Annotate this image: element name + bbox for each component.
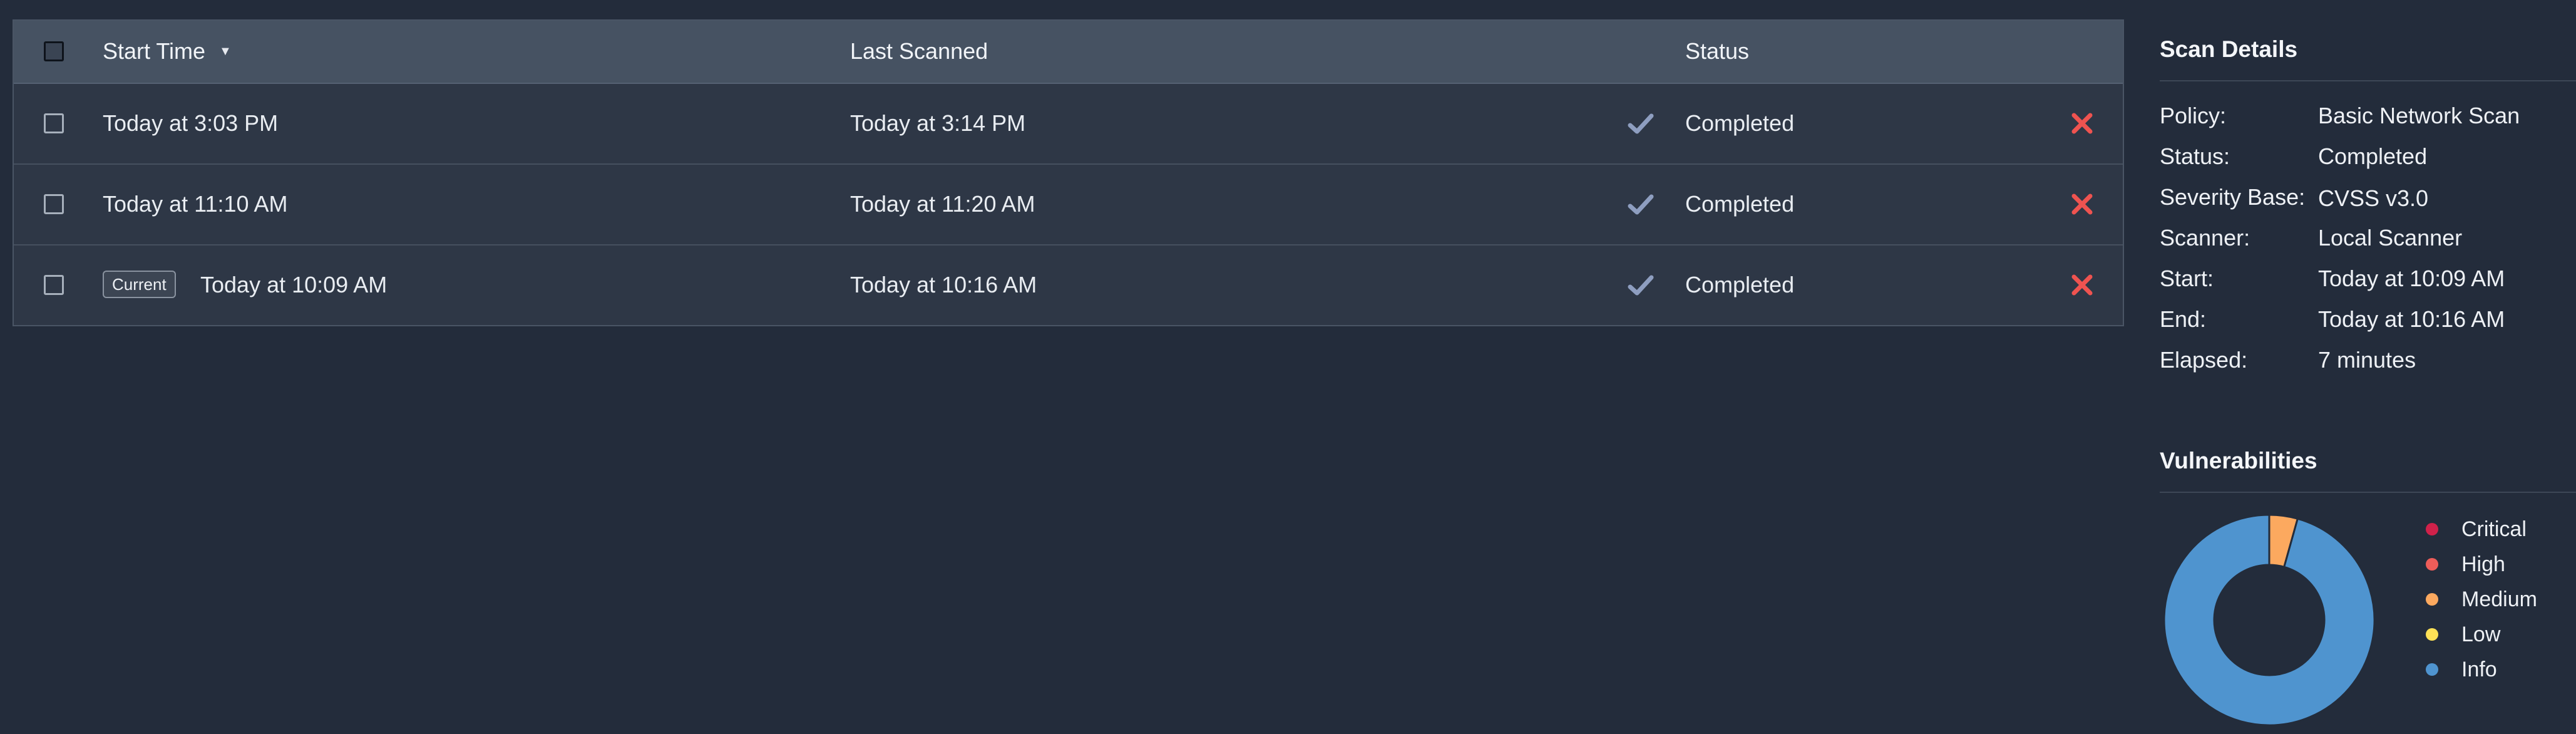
status-value: Completed — [2318, 143, 2428, 169]
status-cell: Completed — [1685, 110, 1795, 136]
info-legend-dot — [2426, 663, 2438, 676]
close-icon[interactable] — [2069, 110, 2095, 137]
divider — [2160, 80, 2576, 81]
last-scanned-cell: Today at 11:20 AM — [850, 191, 1035, 217]
scan-history-table: Start Time ▼ Last Scanned Status Today at… — [13, 19, 2124, 326]
start-time-cell: Today at 3:03 PM — [103, 110, 279, 136]
vulnerabilities-donut-chart[interactable] — [2160, 510, 2379, 730]
check-icon — [1628, 275, 1654, 296]
last-scanned-cell: Today at 3:14 PM — [850, 110, 1026, 136]
medium-legend-dot — [2426, 593, 2438, 606]
last-scanned-cell: Today at 10:16 AM — [850, 272, 1037, 297]
start-time-header-label: Start Time — [103, 38, 206, 64]
legend-label: Medium — [2461, 587, 2537, 611]
sort-descending-icon[interactable]: ▼ — [219, 39, 232, 64]
table-header: Start Time ▼ Last Scanned Status — [14, 21, 2123, 84]
severity-base-text: CVSS v3.0 — [2318, 185, 2429, 211]
start-value: Today at 10:09 AM — [2318, 266, 2505, 291]
status-cell: Completed — [1685, 272, 1795, 297]
legend-label: Info — [2461, 658, 2497, 681]
close-icon[interactable] — [2069, 272, 2095, 298]
scanner-label: Scanner: — [2160, 225, 2250, 251]
scanner-value: Local Scanner — [2318, 225, 2463, 251]
vulnerabilities-title: Vulnerabilities — [2160, 448, 2317, 473]
legend-label: Critical — [2461, 517, 2527, 541]
legend-label: Low — [2461, 623, 2501, 646]
critical-legend-dot — [2426, 523, 2438, 535]
close-icon[interactable] — [2069, 191, 2095, 217]
check-icon — [1628, 113, 1654, 134]
last-scanned-column-header[interactable]: Last Scanned — [850, 39, 988, 64]
severity-base-label: Severity Base: — [2160, 184, 2306, 210]
scan-history-view: Start Time ▼ Last Scanned Status Today at… — [0, 0, 2576, 734]
low-legend-dot — [2426, 628, 2438, 641]
status-label: Status: — [2160, 143, 2230, 169]
scan-details-title: Scan Details — [2160, 36, 2298, 62]
row-checkbox[interactable] — [44, 113, 64, 133]
table-row[interactable]: Today at 3:03 PM Today at 3:14 PM Comple… — [14, 84, 2123, 165]
elapsed-value: 7 minutes — [2318, 347, 2416, 373]
policy-label: Policy: — [2160, 103, 2227, 128]
high-legend-dot — [2426, 558, 2438, 571]
status-cell: Completed — [1685, 191, 1795, 217]
current-badge: Current — [103, 271, 176, 298]
divider — [2160, 492, 2576, 493]
row-checkbox[interactable] — [44, 275, 64, 295]
legend-label: High — [2461, 552, 2505, 576]
start-time-column-header[interactable]: Start Time ▼ — [103, 39, 232, 64]
policy-value: Basic Network Scan — [2318, 103, 2520, 128]
table-row[interactable]: Today at 11:10 AM Today at 11:20 AM Comp… — [14, 165, 2123, 246]
start-label: Start: — [2160, 266, 2214, 291]
elapsed-label: Elapsed: — [2160, 347, 2248, 373]
check-icon — [1628, 194, 1654, 215]
severity-base-value: CVSS v3.0 — [2318, 186, 2428, 211]
row-checkbox[interactable] — [44, 194, 64, 214]
table-row[interactable]: Current Today at 10:09 AM Today at 10:16… — [14, 246, 2123, 325]
start-time-cell: Today at 11:10 AM — [103, 191, 288, 217]
status-column-header[interactable]: Status — [1685, 39, 1749, 64]
select-all-checkbox[interactable] — [44, 41, 64, 61]
start-time-cell: Today at 10:09 AM — [200, 272, 387, 297]
donut-slice-info[interactable] — [2163, 514, 2376, 726]
scan-details-panel: Scan Details Policy: Basic Network Scan … — [2160, 0, 2576, 734]
end-value: Today at 10:16 AM — [2318, 306, 2505, 332]
end-label: End: — [2160, 306, 2207, 332]
